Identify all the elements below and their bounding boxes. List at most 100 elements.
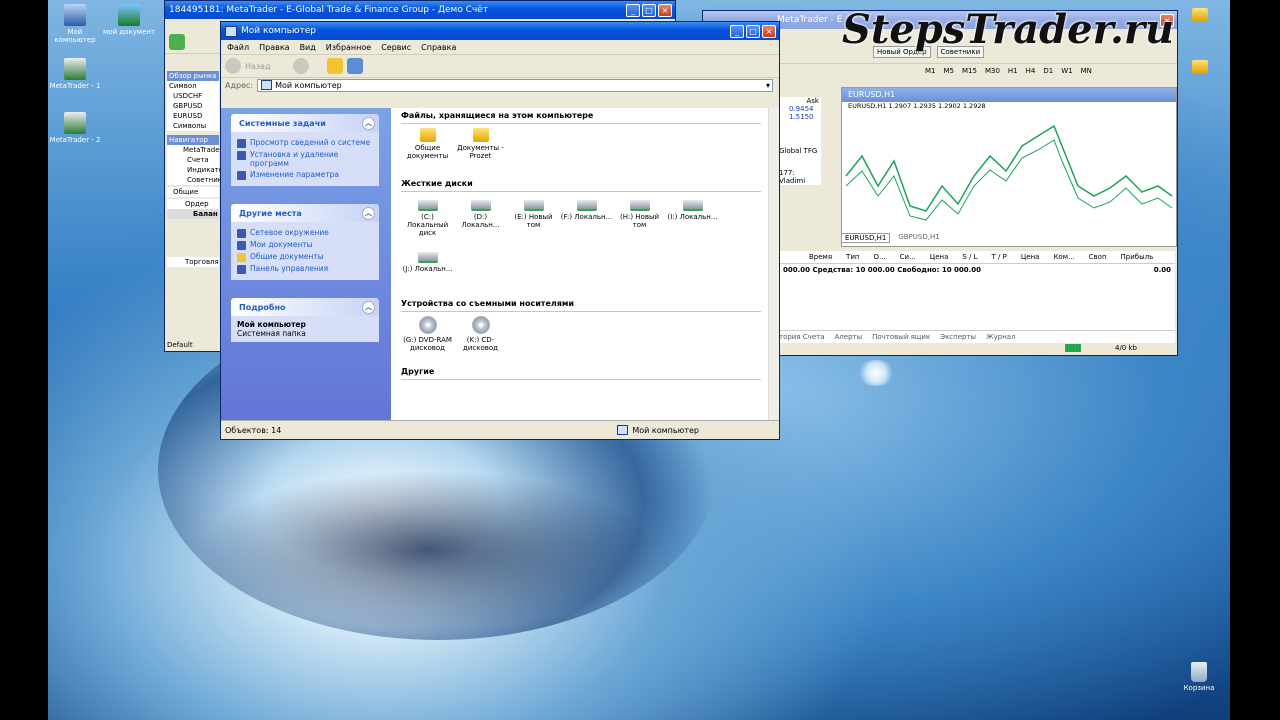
symbol-row[interactable]: GBPUSD [167, 101, 219, 111]
folder-icon[interactable] [1192, 60, 1208, 74]
drive-item[interactable]: (F:) Локальн... [560, 192, 613, 244]
price-line [845, 124, 1173, 212]
documents-icon [237, 241, 246, 250]
tab[interactable]: Журнал [986, 333, 1015, 341]
menu-file[interactable]: Файл [227, 43, 249, 52]
chart-tab[interactable]: GBPUSD,H1 [898, 233, 939, 243]
symbol-row[interactable]: USDCHF [167, 91, 219, 101]
place-link[interactable]: Общие документы [237, 252, 373, 262]
menu-help[interactable]: Справка [421, 43, 456, 52]
nav-item[interactable]: MetaTrader [167, 145, 222, 155]
drive-item[interactable]: (E:) Новый том [507, 192, 560, 244]
shared-documents-item[interactable]: Общие документы [401, 124, 454, 176]
minimize-button[interactable]: _ [626, 3, 640, 17]
explorer-window[interactable]: Мой компьютер _ □ × Файл Правка Вид Избран… [220, 21, 780, 440]
tab[interactable]: Эксперты [940, 333, 976, 341]
cd-drive-item[interactable]: (K:) CD-дисковод [454, 312, 507, 364]
desktop-icon-metatrader-2[interactable]: MetaTrader - 2 [48, 112, 102, 144]
maximize-button[interactable]: □ [746, 24, 760, 38]
place-link[interactable]: Панель управления [237, 264, 373, 274]
chevron-up-icon[interactable]: ︿ [362, 300, 375, 314]
desktop-icon-my-computer[interactable]: Мой компьютер [48, 4, 102, 44]
chevron-down-icon[interactable]: ▾ [766, 81, 770, 90]
price-chart[interactable] [842, 116, 1176, 236]
panel-header[interactable]: Подробно ︿ [231, 298, 379, 316]
drive-item[interactable]: (D:) Локальн... [454, 192, 507, 244]
menu-favorites[interactable]: Избранное [326, 43, 371, 52]
balance-label: Балан [167, 209, 219, 219]
chart-window[interactable]: EURUSD,H1 EURUSD,H1 1.2907 1.2935 1.2902… [841, 87, 1177, 247]
drive-item[interactable]: (J:) Локальн... [401, 244, 454, 296]
back-button-label[interactable]: Назад [245, 62, 271, 71]
trash-icon [1191, 662, 1207, 682]
desktop-icon-my-documents[interactable]: мой документ [102, 4, 156, 36]
nav-item[interactable]: Советники [167, 175, 227, 185]
metatrader-left-titlebar[interactable]: 184495181: MetaTrader - E-Global Trade &… [165, 1, 675, 19]
timeframe-m15[interactable]: M15 [962, 67, 977, 75]
timeframe-h1[interactable]: H1 [1008, 67, 1018, 75]
detail-sub: Системная папка [237, 329, 306, 338]
address-input[interactable]: Мой компьютер ▾ [257, 78, 773, 92]
timeframe-mn[interactable]: MN [1081, 67, 1092, 75]
drive-item[interactable]: (C:) Локальный диск [401, 192, 454, 244]
timeframe-m5[interactable]: M5 [944, 67, 955, 75]
menu-view[interactable]: Вид [300, 43, 316, 52]
up-folder-icon[interactable] [326, 58, 343, 74]
status-bar: Объектов: 14 Мой компьютер [221, 420, 779, 439]
timeframe-d1[interactable]: D1 [1043, 67, 1053, 75]
drive-item[interactable]: (I:) Локальн... [666, 192, 719, 244]
forward-icon[interactable] [292, 58, 309, 74]
chevron-up-icon[interactable]: ︿ [362, 116, 375, 130]
tab[interactable]: Почтовый ящик [872, 333, 930, 341]
ask-label: Ask [806, 97, 820, 105]
maximize-button[interactable]: □ [642, 3, 656, 17]
desktop-icon-trash[interactable]: Корзина [1172, 662, 1226, 692]
place-link[interactable]: Сетевое окружение [237, 228, 373, 238]
close-button[interactable]: × [658, 3, 672, 17]
timeframe-m1[interactable]: M1 [925, 67, 936, 75]
tab[interactable]: тория Счета [779, 333, 825, 341]
tab-trade[interactable]: Торговля [167, 257, 219, 267]
drive-item[interactable]: (H:) Новый том [613, 192, 666, 244]
close-button[interactable]: × [762, 24, 776, 38]
new-chart-icon[interactable] [169, 34, 185, 50]
minimize-button[interactable]: _ [730, 24, 744, 38]
menu-edit[interactable]: Правка [259, 43, 289, 52]
tab-symbols[interactable]: Символы [167, 121, 219, 131]
market-watch-panel: Обзор рынка Символ USDCHF GBPUSD EURUSD … [167, 71, 233, 267]
timeframe-w1[interactable]: W1 [1061, 67, 1072, 75]
timeframe-m30[interactable]: M30 [985, 67, 1000, 75]
hard-drive-icon [470, 200, 491, 211]
folder-icon[interactable] [1192, 8, 1208, 22]
place-link[interactable]: Мои документы [237, 240, 373, 250]
views-icon[interactable] [346, 58, 363, 74]
vertical-scrollbar[interactable] [768, 108, 779, 421]
detail-title: Мой компьютер [237, 320, 306, 329]
nav-item[interactable]: Индикаторы [167, 165, 233, 175]
task-link[interactable]: Установка и удаление программ [237, 150, 373, 168]
tab-common[interactable]: Общие [167, 187, 219, 197]
ask-value: 1.5150 [789, 113, 814, 121]
dvd-icon [418, 316, 437, 334]
back-icon[interactable] [225, 58, 241, 74]
task-link[interactable]: Изменение параметра [237, 170, 373, 180]
chevron-up-icon[interactable]: ︿ [362, 206, 375, 220]
timeframe-h4[interactable]: H4 [1026, 67, 1036, 75]
nav-label[interactable]: Global TFG [779, 147, 821, 155]
nav-item[interactable]: Счета [167, 155, 219, 165]
symbol-row[interactable]: EURUSD [167, 111, 219, 121]
panel-header[interactable]: Другие места ︿ [231, 204, 379, 222]
task-link[interactable]: Просмотр сведений о системе [237, 138, 373, 148]
panel-header[interactable]: Системные задачи ︿ [231, 114, 379, 132]
dvd-drive-item[interactable]: (G:) DVD-RAM дисковод [401, 312, 454, 364]
desktop-icon-metatrader-1[interactable]: MetaTrader - 1 [48, 58, 102, 90]
chart-tab[interactable]: EURUSD,H1 [841, 233, 891, 243]
tab[interactable]: Алерты [835, 333, 863, 341]
menu-tools[interactable]: Сервис [381, 43, 411, 52]
folder-icon [472, 128, 489, 142]
explorer-titlebar[interactable]: Мой компьютер _ □ × [221, 22, 779, 40]
prozet-documents-item[interactable]: Документы - Prozet [454, 124, 507, 176]
settings-icon [237, 171, 246, 180]
nav-label[interactable]: 177: Vladimi [779, 169, 821, 185]
cd-icon [471, 316, 490, 334]
